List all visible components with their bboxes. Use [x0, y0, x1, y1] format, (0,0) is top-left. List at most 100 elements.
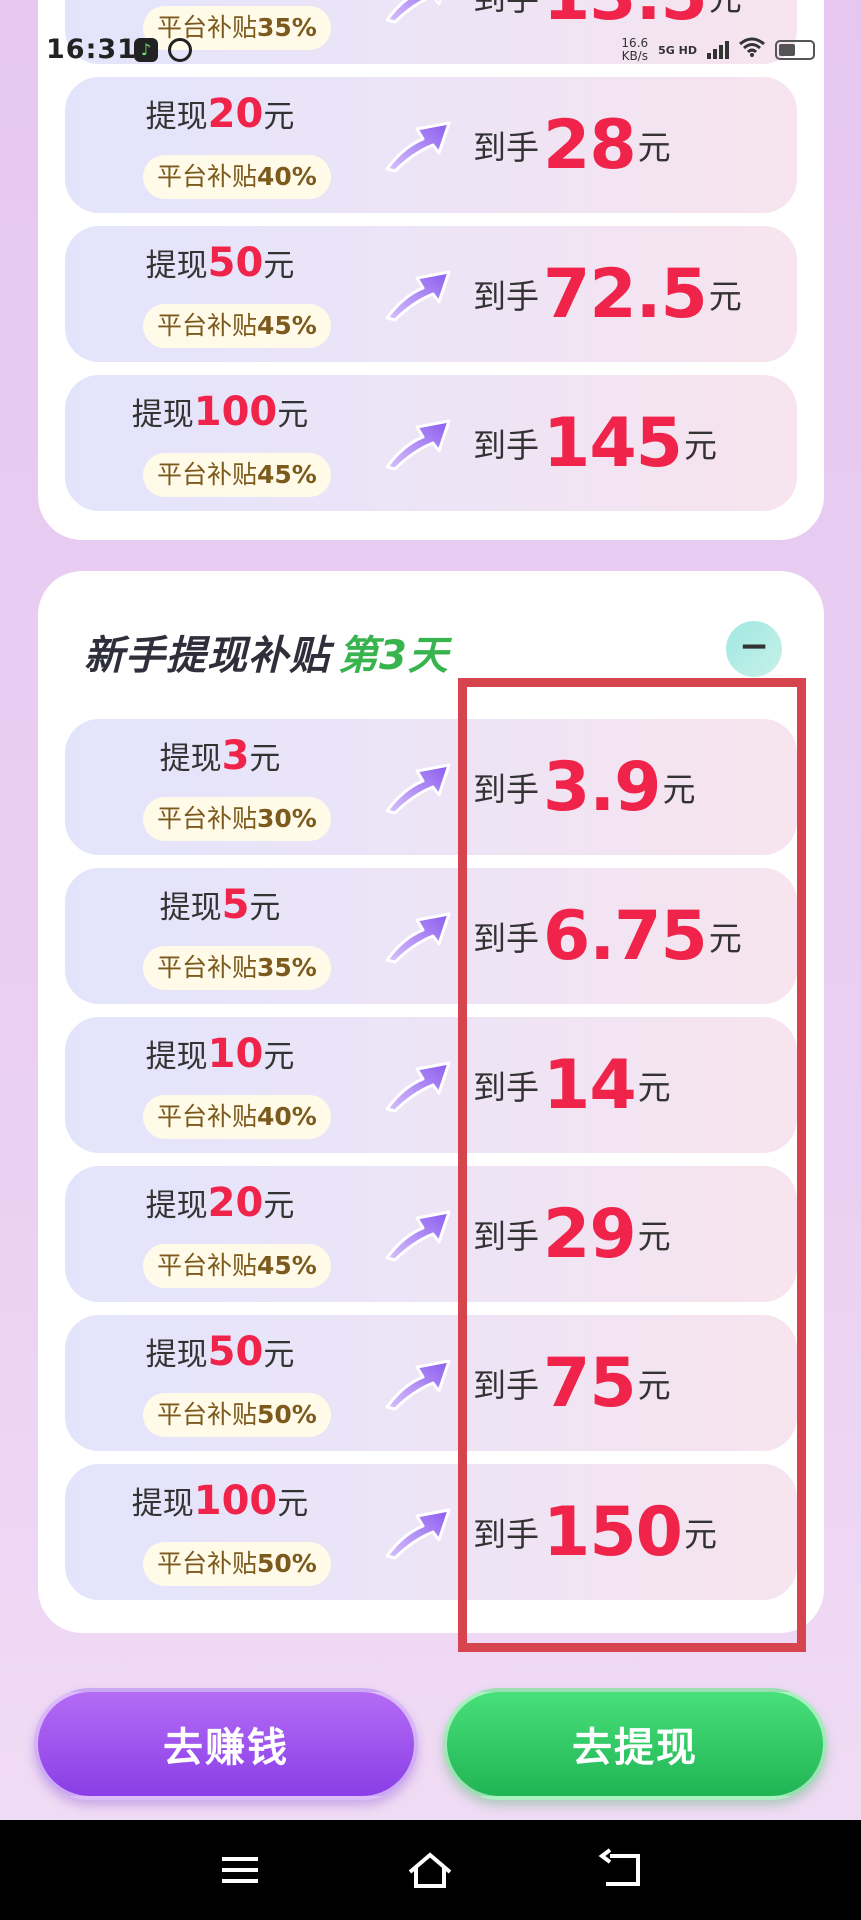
up-arrow-icon — [383, 411, 453, 473]
earn-money-button[interactable]: 去赚钱 — [34, 1688, 418, 1800]
subsidy-badge: 平台补贴30% — [143, 797, 331, 841]
withdraw-unit: 元 — [263, 1039, 295, 1075]
subsidy-percent: 30% — [257, 804, 317, 833]
received-prefix: 到手 — [473, 1366, 539, 1405]
withdraw-value: 20 — [207, 1180, 264, 1226]
received-amount: 到手 29 元 — [473, 1166, 671, 1302]
withdraw-value: 20 — [207, 91, 264, 137]
received-value: 28 — [543, 105, 637, 185]
withdraw-amount: 提现5元 — [65, 882, 375, 928]
withdraw-amount: 提现3元 — [65, 733, 375, 779]
subsidy-label: 平台补贴 — [157, 162, 258, 191]
withdraw-option-row[interactable]: 提现15元平台补贴35% 到手13.5元 — [65, 0, 797, 64]
menu-icon[interactable] — [216, 1848, 264, 1892]
go-withdraw-button[interactable]: 去提现 — [443, 1688, 827, 1800]
withdraw-unit: 元 — [263, 1188, 295, 1224]
up-arrow-icon — [383, 0, 453, 26]
withdraw-option-row[interactable]: 提现10元 平台补贴40% 到手 14 元 — [65, 1017, 797, 1153]
withdraw-value: 50 — [207, 1329, 264, 1375]
received-prefix: 到手 — [473, 277, 539, 316]
withdraw-option-row[interactable]: 提现20元 平台补贴40% 到手 28 元 — [65, 77, 797, 213]
collapse-button[interactable]: − — [726, 621, 782, 677]
received-amount: 到手 72.5 元 — [473, 226, 742, 362]
withdraw-prefix: 提现 — [159, 741, 222, 777]
received-unit: 元 — [709, 0, 742, 20]
withdraw-option-row[interactable]: 提现100元 平台补贴45% 到手 145 元 — [65, 375, 797, 511]
withdraw-option-row[interactable]: 提现3元平台补贴30% 到手 3.9 元 — [65, 719, 797, 855]
subsidy-percent: 35% — [257, 953, 317, 982]
up-arrow-icon — [383, 113, 453, 175]
received-prefix: 到手 — [473, 128, 539, 167]
subsidy-percent: 45% — [257, 460, 317, 489]
withdraw-amount: 提现100元 — [65, 1478, 375, 1524]
withdraw-option-row[interactable]: 提现50元平台补贴45% 到手 72.5 元 — [65, 226, 797, 362]
subsidy-label: 平台补贴 — [157, 1102, 258, 1131]
received-amount: 到手 150 元 — [473, 1464, 717, 1600]
up-arrow-icon — [383, 1053, 453, 1115]
withdraw-prefix: 提现 — [159, 890, 222, 926]
withdraw-value: 100 — [193, 1478, 278, 1524]
received-value: 145 — [543, 403, 683, 483]
home-icon[interactable] — [406, 1848, 454, 1892]
received-prefix: 到手 — [473, 426, 539, 465]
subsidy-badge: 平台补贴50% — [143, 1393, 331, 1437]
subsidy-label: 平台补贴 — [157, 13, 258, 42]
withdraw-value: 5 — [221, 882, 250, 928]
withdraw-unit: 元 — [263, 99, 295, 135]
withdraw-option-row[interactable]: 提现100元 平台补贴50% 到手 150 元 — [65, 1464, 797, 1600]
withdraw-option-info: 提现10元 平台补贴40% — [65, 1017, 375, 1153]
subsidy-label: 平台补贴 — [157, 311, 258, 340]
withdraw-unit: 元 — [277, 397, 309, 433]
subsidy-percent: 40% — [257, 162, 317, 191]
up-arrow-icon — [383, 262, 453, 324]
withdraw-amount: 提现50元 — [65, 240, 375, 286]
withdraw-value: 3 — [221, 733, 250, 779]
received-unit: 元 — [683, 1515, 717, 1554]
subsidy-badge: 平台补贴45% — [143, 1244, 331, 1288]
card-title-day: 第3天 — [338, 633, 449, 679]
withdraw-value: 50 — [207, 240, 264, 286]
received-amount: 到手 3.9 元 — [473, 719, 695, 855]
received-prefix: 到手 — [473, 1515, 539, 1554]
action-bar: 去赚钱 去提现 — [0, 1660, 861, 1820]
withdraw-option-row[interactable]: 提现5元 平台补贴35% 到手 6.75 元 — [65, 868, 797, 1004]
withdraw-option-row[interactable]: 提现50元 平台补贴50% 到手 75 元 — [65, 1315, 797, 1451]
withdraw-amount: 提现100元 — [65, 389, 375, 435]
withdraw-prefix: 提现 — [131, 397, 194, 433]
withdraw-option-info: 提现20元 平台补贴45% — [65, 1166, 375, 1302]
withdraw-prefix: 提现 — [131, 1486, 194, 1522]
withdraw-amount: 提现10元 — [65, 1031, 375, 1077]
withdraw-unit: 元 — [249, 741, 281, 777]
received-prefix: 到手 — [473, 1217, 539, 1256]
withdraw-prefix: 提现 — [145, 248, 208, 284]
withdraw-unit: 元 — [249, 890, 281, 926]
withdraw-value: 10 — [207, 1031, 264, 1077]
received-amount: 到手 6.75 元 — [473, 868, 742, 1004]
subsidy-badge: 平台补贴50% — [143, 1542, 331, 1586]
received-unit: 元 — [637, 128, 671, 167]
withdraw-option-info: 提现100元平台补贴50% — [65, 1464, 375, 1600]
subsidy-badge: 平台补贴45% — [143, 304, 331, 348]
withdraw-option-row[interactable]: 提现20元 平台补贴45% 到手 29 元 — [65, 1166, 797, 1302]
received-value: 72.5 — [543, 254, 708, 334]
back-icon[interactable] — [598, 1848, 646, 1892]
received-amount: 到手 75 元 — [473, 1315, 671, 1451]
withdraw-option-info: 提现3元平台补贴30% — [65, 719, 375, 855]
subsidy-percent: 45% — [257, 1251, 317, 1280]
subsidy-label: 平台补贴 — [157, 1549, 258, 1578]
received-prefix: 到手 — [473, 1068, 539, 1107]
system-nav-bar — [0, 1820, 861, 1920]
received-unit: 元 — [637, 1366, 671, 1405]
received-amount: 到手 14 元 — [473, 1017, 671, 1153]
subsidy-percent: 45% — [257, 311, 317, 340]
up-arrow-icon — [383, 1351, 453, 1413]
received-value: 150 — [543, 1492, 683, 1572]
card-title-text: 新手提现补贴 — [84, 633, 330, 679]
received-unit: 元 — [683, 426, 717, 465]
withdraw-value: 100 — [193, 389, 278, 435]
subsidy-percent: 50% — [257, 1549, 317, 1578]
card-title: 新手提现补贴 第3天 — [84, 623, 449, 681]
withdraw-unit: 元 — [263, 1337, 295, 1373]
subsidy-badge: 平台补贴35% — [143, 6, 331, 50]
subsidy-label: 平台补贴 — [157, 804, 258, 833]
